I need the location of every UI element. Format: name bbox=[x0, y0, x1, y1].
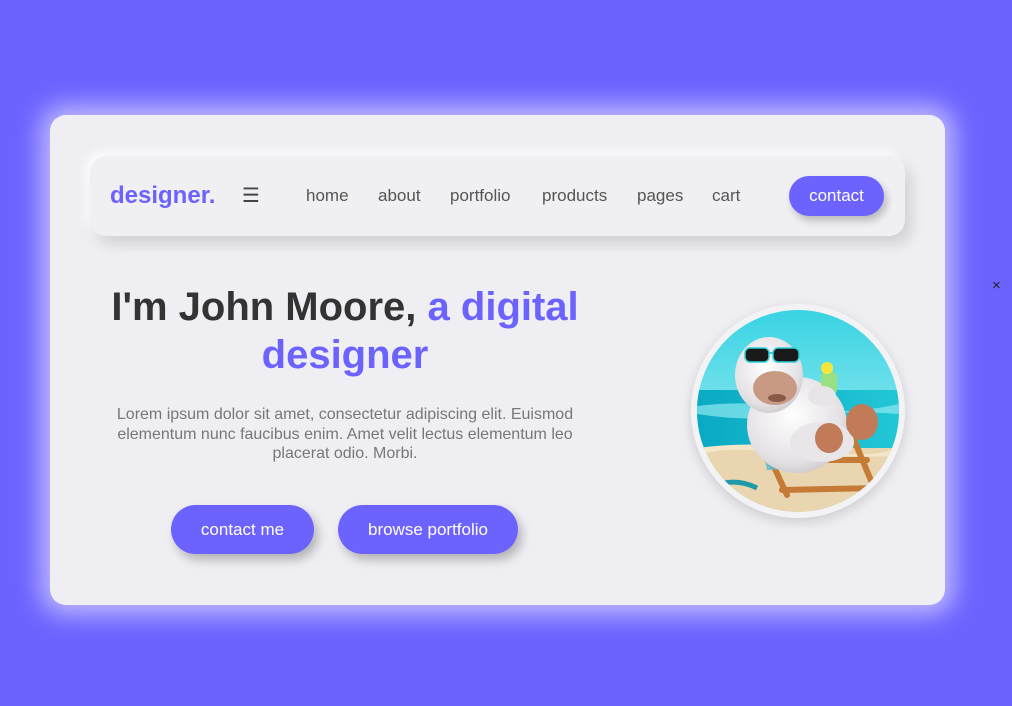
logo[interactable]: designer. bbox=[110, 182, 215, 210]
contact-me-button[interactable]: contact me bbox=[171, 505, 314, 554]
browse-portfolio-button[interactable]: browse portfolio bbox=[338, 505, 518, 554]
hamburger-menu-icon[interactable]: ☰ bbox=[242, 184, 260, 208]
nav-link-home[interactable]: home bbox=[306, 186, 349, 206]
avatar-frame bbox=[691, 304, 905, 518]
nav-link-portfolio[interactable]: portfolio bbox=[450, 186, 510, 206]
nav-link-pages[interactable]: pages bbox=[637, 186, 683, 206]
nav-link-cart[interactable]: cart bbox=[712, 186, 740, 206]
hero-card: designer. ☰ home about portfolio product… bbox=[50, 115, 945, 605]
hero-title-main: I'm John Moore, bbox=[111, 285, 428, 329]
nav-link-about[interactable]: about bbox=[378, 186, 421, 206]
navbar: designer. ☰ home about portfolio product… bbox=[90, 156, 905, 236]
hero-title: I'm John Moore, a digital designer bbox=[100, 283, 590, 379]
gorilla-avatar-icon bbox=[697, 310, 899, 512]
contact-button[interactable]: contact bbox=[789, 176, 884, 216]
nav-link-products[interactable]: products bbox=[542, 186, 607, 206]
close-icon[interactable]: × bbox=[992, 276, 1001, 296]
hero-description: Lorem ipsum dolor sit amet, consectetur … bbox=[116, 406, 574, 462]
